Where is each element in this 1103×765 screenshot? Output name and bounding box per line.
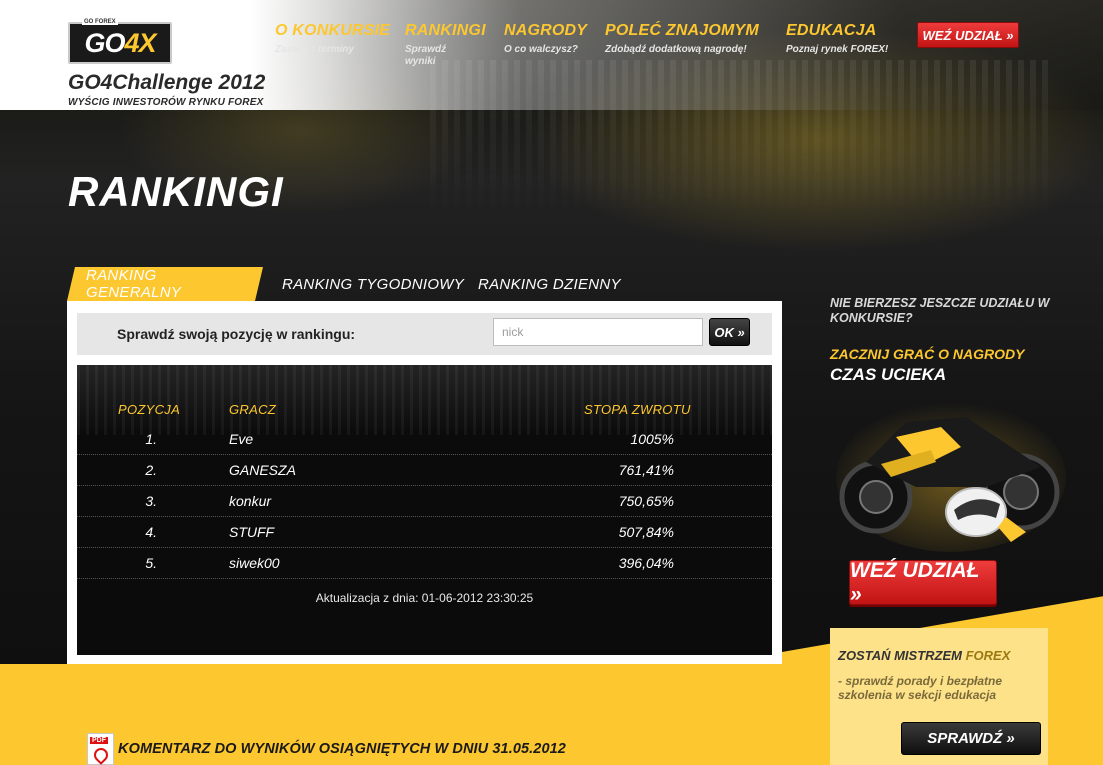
education-desc: - sprawdź porady i bezpłatne szkolenia w… xyxy=(838,674,1003,702)
page-title: RANKINGI xyxy=(68,168,284,215)
tab-ranking-tygodniowy[interactable]: RANKING TYGODNIOWY xyxy=(282,267,464,301)
row-return: 1005% xyxy=(630,431,674,447)
logo[interactable]: GO4X xyxy=(68,22,172,64)
row-position: 2. xyxy=(145,462,157,478)
sidebar-question: NIE BIERZESZ JESZCZE UDZIAŁU W KONKURSIE… xyxy=(830,296,1050,325)
tab-ranking-generalny[interactable]: RANKING GENERALNY xyxy=(67,267,263,301)
column-header-player: GRACZ xyxy=(229,402,276,417)
nav-edukacja[interactable]: EDUKACJA Poznaj rynek FOREX! xyxy=(786,22,888,56)
table-row: 3. konkur 750,65% xyxy=(77,486,772,517)
search-label: Sprawdź swoją pozycję w rankingu: xyxy=(117,326,356,342)
check-button[interactable]: SPRAWDŹ » xyxy=(901,722,1041,755)
table-row: 1. Eve 1005% xyxy=(77,424,772,455)
nav-desc: Zdobądź dodatkową nagrodę! xyxy=(605,44,747,55)
results-comment-link[interactable]: KOMENTARZ DO WYNIKÓW OSIĄGNIĘTYCH W DNIU… xyxy=(118,741,566,757)
motorcycle-image xyxy=(836,402,1066,552)
nav-nagrody[interactable]: NAGRODY O co walczysz? xyxy=(504,22,587,56)
table-row: 2. GANESZA 761,41% xyxy=(77,455,772,486)
logo-mark: GO4X xyxy=(84,27,156,58)
site-subtitle: WYŚCIG INWESTORÓW RYNKU FOREX xyxy=(68,97,264,108)
column-header-return: STOPA ZWROTU xyxy=(584,402,691,417)
sidebar-join-button[interactable]: WEŹ UDZIAŁ » xyxy=(849,559,997,606)
nav-desc: Zasady i terminy xyxy=(275,44,354,55)
nav-desc: O co walczysz? xyxy=(504,44,578,55)
nav-desc: Sprawdź wyniki xyxy=(405,44,447,67)
nav-rankingi[interactable]: RANKINGI Sprawdź wyniki xyxy=(405,22,486,68)
education-banner[interactable]: ZOSTAŃ MISTRZEM FOREX - sprawdź porady i… xyxy=(830,628,1048,765)
row-position: 3. xyxy=(145,493,157,509)
table-row: 5. siwek00 396,04% xyxy=(77,548,772,579)
ranking-panel: Sprawdź swoją pozycję w rankingu: OK » P… xyxy=(67,301,782,664)
nav-label: EDUKACJA xyxy=(786,22,877,39)
nick-input[interactable] xyxy=(493,318,703,346)
nav-desc: Poznaj rynek FOREX! xyxy=(786,44,889,55)
row-player: siwek00 xyxy=(229,555,280,571)
row-return: 507,84% xyxy=(618,524,674,540)
row-position: 5. xyxy=(145,555,157,571)
education-title: ZOSTAŃ MISTRZEM FOREX xyxy=(838,648,1011,663)
nav-polec-znajomym[interactable]: POLEĆ ZNAJOMYM Zdobądź dodatkową nagrodę… xyxy=(605,22,759,56)
row-return: 396,04% xyxy=(618,555,674,571)
nav-label: O KONKURSIE xyxy=(275,22,391,39)
search-ok-button[interactable]: OK » xyxy=(709,318,750,346)
row-return: 750,65% xyxy=(618,493,674,509)
row-player: Eve xyxy=(229,431,254,447)
chart-bars-decoration xyxy=(430,60,1050,220)
row-position: 4. xyxy=(145,524,157,540)
nav-label: RANKINGI xyxy=(405,22,486,39)
sidebar-headline: ZACZNIJ GRAĆ O NAGRODY xyxy=(830,346,1025,362)
table-row: 4. STUFF 507,84% xyxy=(77,517,772,548)
row-position: 1. xyxy=(145,431,157,447)
nav-label: POLEĆ ZNAJOMYM xyxy=(605,22,759,39)
site-title[interactable]: GO4Challenge 2012 xyxy=(68,71,265,95)
nav-label: NAGRODY xyxy=(504,22,588,39)
sidebar-headline-sub: CZAS UCIEKA xyxy=(830,365,947,384)
last-updated: Aktualizacja z dnia: 01-06-2012 23:30:25 xyxy=(315,591,534,605)
nav-o-konkursie[interactable]: O KONKURSIE Zasady i terminy xyxy=(275,22,390,56)
pdf-icon[interactable]: PDF xyxy=(87,733,114,765)
row-return: 761,41% xyxy=(618,462,674,478)
logo-tag: GO FOREX xyxy=(82,19,118,25)
row-player: STUFF xyxy=(229,524,275,540)
row-player: GANESZA xyxy=(229,462,296,478)
search-row: Sprawdź swoją pozycję w rankingu: OK » xyxy=(77,313,772,355)
join-button[interactable]: WEŹ UDZIAŁ » xyxy=(917,22,1019,48)
column-header-position: POZYCJA xyxy=(118,402,181,417)
row-player: konkur xyxy=(229,493,272,509)
tab-ranking-dzienny[interactable]: RANKING DZIENNY xyxy=(478,267,621,301)
ranking-table: POZYCJA GRACZ STOPA ZWROTU 1. Eve 1005% … xyxy=(77,365,772,655)
